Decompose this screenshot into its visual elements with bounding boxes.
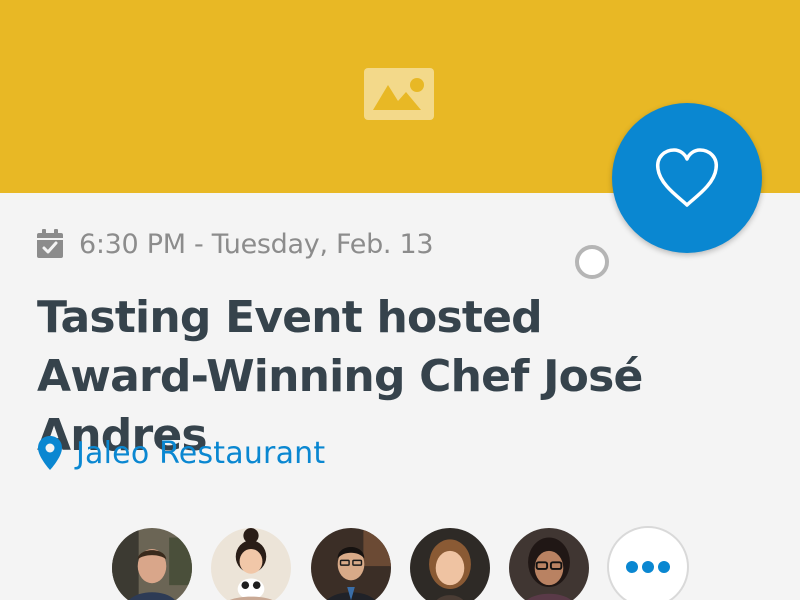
- attendee-avatar[interactable]: [209, 526, 293, 600]
- event-date-time: 6:30 PM - Tuesday, Feb. 13: [79, 228, 434, 260]
- person-photo-icon: [509, 528, 589, 600]
- event-location-link[interactable]: Jaleo Restaurant: [38, 432, 325, 474]
- touch-indicator: [575, 245, 609, 279]
- attendee-avatar[interactable]: [507, 526, 591, 600]
- calendar-check-icon: [37, 229, 63, 258]
- heart-icon: [655, 148, 719, 207]
- more-attendees-button[interactable]: [607, 526, 689, 600]
- person-photo-icon: [311, 528, 391, 600]
- attendee-avatar[interactable]: [309, 526, 393, 600]
- event-location-name: Jaleo Restaurant: [76, 435, 326, 471]
- person-photo-icon: [211, 528, 291, 600]
- more-dots-icon: [626, 561, 638, 573]
- image-placeholder-icon: [364, 68, 434, 120]
- person-photo-icon: [112, 528, 192, 600]
- event-detail-screen: 6:30 PM - Tuesday, Feb. 13 Tasting Event…: [0, 0, 800, 600]
- event-date-row: 6:30 PM - Tuesday, Feb. 13: [36, 226, 434, 262]
- person-photo-icon: [410, 528, 490, 600]
- favorite-button[interactable]: [612, 103, 762, 253]
- attendee-avatar[interactable]: [408, 526, 492, 600]
- attendee-avatar[interactable]: [110, 526, 194, 600]
- map-pin-icon: [38, 436, 62, 470]
